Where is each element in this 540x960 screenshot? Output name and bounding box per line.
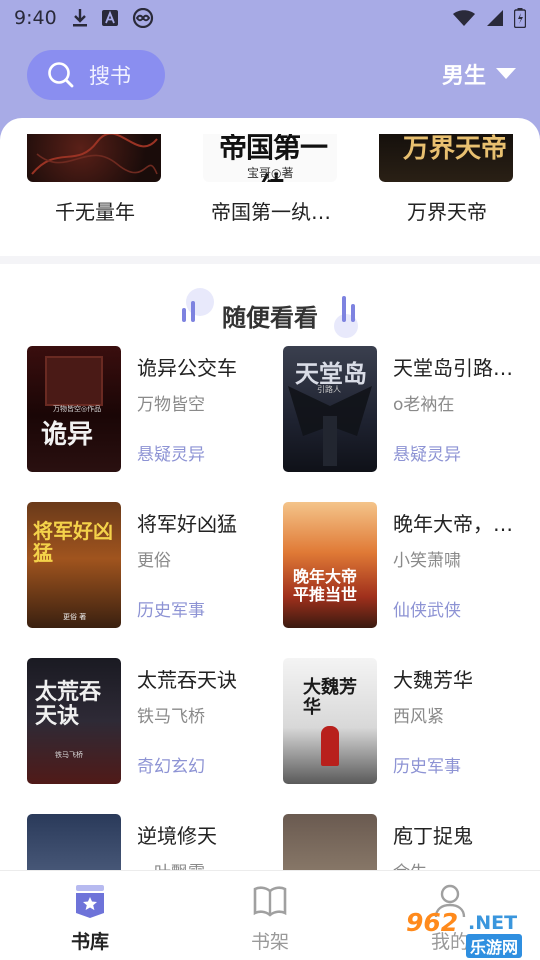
section-divider <box>0 256 540 264</box>
book-card[interactable]: 大魏芳华 大魏芳华 西风紧 历史军事 <box>283 658 533 784</box>
signal-icon <box>487 10 503 26</box>
book-card[interactable]: 逆境修天 一叶飘零 <box>27 814 277 870</box>
book-title: 诡异公交车 <box>137 356 237 380</box>
book-genre: 悬疑灵异 <box>137 445 205 465</box>
book-title: 天堂岛引路… <box>393 356 513 380</box>
book-card[interactable]: 天堂岛 引路人 天堂岛引路… o老衲在 悬疑灵异 <box>283 346 533 472</box>
shelf-book-title: 千无量年 <box>55 200 135 224</box>
book-cover: 晚年大帝 平推当世 <box>283 502 377 628</box>
book-author: 万物皆空 <box>137 395 205 415</box>
book-card[interactable]: 庖丁捉鬼 余生一 <box>283 814 533 870</box>
watermark-site: 乐游网 <box>466 934 523 958</box>
watermark-number: 962 <box>406 908 459 937</box>
book-author: 铁马飞桥 <box>137 707 205 727</box>
book-genre: 奇幻玄幻 <box>137 757 205 777</box>
book-author: 更俗 <box>137 551 171 571</box>
font-icon <box>101 10 118 26</box>
book-cover: 大魏芳华 <box>283 658 377 784</box>
book-author: 小笑萧啸 <box>393 551 461 571</box>
infinity-icon <box>132 8 153 28</box>
gender-dropdown[interactable]: 男生 <box>442 58 516 90</box>
top-shelf: 千无量年 帝国第一纨 宝哥◎著 帝国第一纨… 万界天帝 万界天帝 <box>0 118 540 256</box>
nav-tab-library[interactable]: 书库 <box>45 883 135 954</box>
book-card[interactable]: 诡异 万物皆空◎作品 诡异公交车 万物皆空 悬疑灵异 <box>27 346 277 472</box>
content-card: 千无量年 帝国第一纨 宝哥◎著 帝国第一纨… 万界天帝 万界天帝 随便看看 诡异… <box>0 118 540 870</box>
cover-subtitle: 引路人 <box>317 385 341 394</box>
search-icon <box>48 62 74 88</box>
book-title: 将军好凶猛 <box>137 512 237 536</box>
book-card[interactable]: 太荒吞天诀 铁马飞桥 太荒吞天诀 铁马飞桥 奇幻玄幻 <box>27 658 277 784</box>
cover-title: 将军好凶猛 <box>33 519 113 565</box>
status-bar: 9:40 <box>0 0 540 36</box>
book-author: 一叶飘零 <box>137 858 277 870</box>
book-card[interactable]: 晚年大帝 平推当世 晚年大帝，… 小笑萧啸 仙侠武侠 <box>283 502 533 628</box>
wifi-icon <box>453 10 475 26</box>
book-cover: 将军好凶猛 更俗 著 <box>27 502 121 628</box>
book-cover: 万界天帝 <box>379 134 513 182</box>
shelf-book-title: 万界天帝 <box>407 200 487 224</box>
shelf-book-title: 帝国第一纨… <box>211 200 331 224</box>
book-card[interactable]: 将军好凶猛 更俗 著 将军好凶猛 更俗 历史军事 <box>27 502 277 628</box>
book-author: o老衲在 <box>393 395 455 415</box>
nav-tab-bookshelf[interactable]: 书架 <box>225 883 315 954</box>
chevron-down-icon <box>496 68 516 79</box>
book-title: 晚年大帝，… <box>393 512 513 536</box>
cover-author: 宝哥◎著 <box>247 166 294 180</box>
status-time: 9:40 <box>14 7 57 29</box>
search-button[interactable]: 搜书 <box>27 50 165 100</box>
book-title: 太荒吞天诀 <box>137 668 237 692</box>
book-cover: 帝国第一纨 宝哥◎著 <box>203 134 337 182</box>
site-watermark: 962 .NET 乐游网 <box>400 906 532 958</box>
watermark-suffix: .NET <box>468 912 518 934</box>
book-title: 庖丁捉鬼 <box>393 824 473 848</box>
nav-label: 书架 <box>250 931 289 953</box>
equalizer-right-icon <box>334 296 358 338</box>
cover-subtitle: 铁马飞桥 <box>55 751 83 759</box>
section-title: 随便看看 <box>222 304 318 332</box>
book-title: 大魏芳华 <box>393 668 473 692</box>
book-genre: 仙侠武侠 <box>393 601 461 621</box>
cover-title: 大魏芳华 <box>303 677 357 718</box>
book-genre: 历史军事 <box>393 757 461 777</box>
book-cover <box>27 134 161 182</box>
book-cover: 天堂岛 引路人 <box>283 346 377 472</box>
battery-icon <box>514 8 526 28</box>
book-cover <box>283 814 377 870</box>
library-icon <box>76 885 104 918</box>
cover-subtitle: 更俗 著 <box>63 613 87 621</box>
cover-subtitle: 万物皆空◎作品 <box>53 405 102 413</box>
book-cover: 诡异 万物皆空◎作品 <box>27 346 121 472</box>
section-header: 随便看看 <box>0 288 540 338</box>
nav-label: 书库 <box>70 931 109 953</box>
search-label: 搜书 <box>89 64 131 88</box>
download-icon <box>72 9 87 27</box>
book-genre: 悬疑灵异 <box>393 445 461 465</box>
cover-art <box>31 134 158 175</box>
book-author: 余生一 <box>393 858 533 870</box>
book-genre: 历史军事 <box>137 601 205 621</box>
cover-title: 晚年大帝 平推当世 <box>293 567 358 604</box>
cover-title: 诡异 <box>41 420 94 450</box>
open-book-icon <box>253 886 287 917</box>
book-cover: 太荒吞天诀 铁马飞桥 <box>27 658 121 784</box>
book-author: 西风紧 <box>393 707 444 727</box>
book-title: 逆境修天 <box>137 824 217 848</box>
cover-title: 太荒吞天诀 <box>35 679 102 729</box>
gender-label: 男生 <box>441 64 486 89</box>
book-cover <box>27 814 121 870</box>
